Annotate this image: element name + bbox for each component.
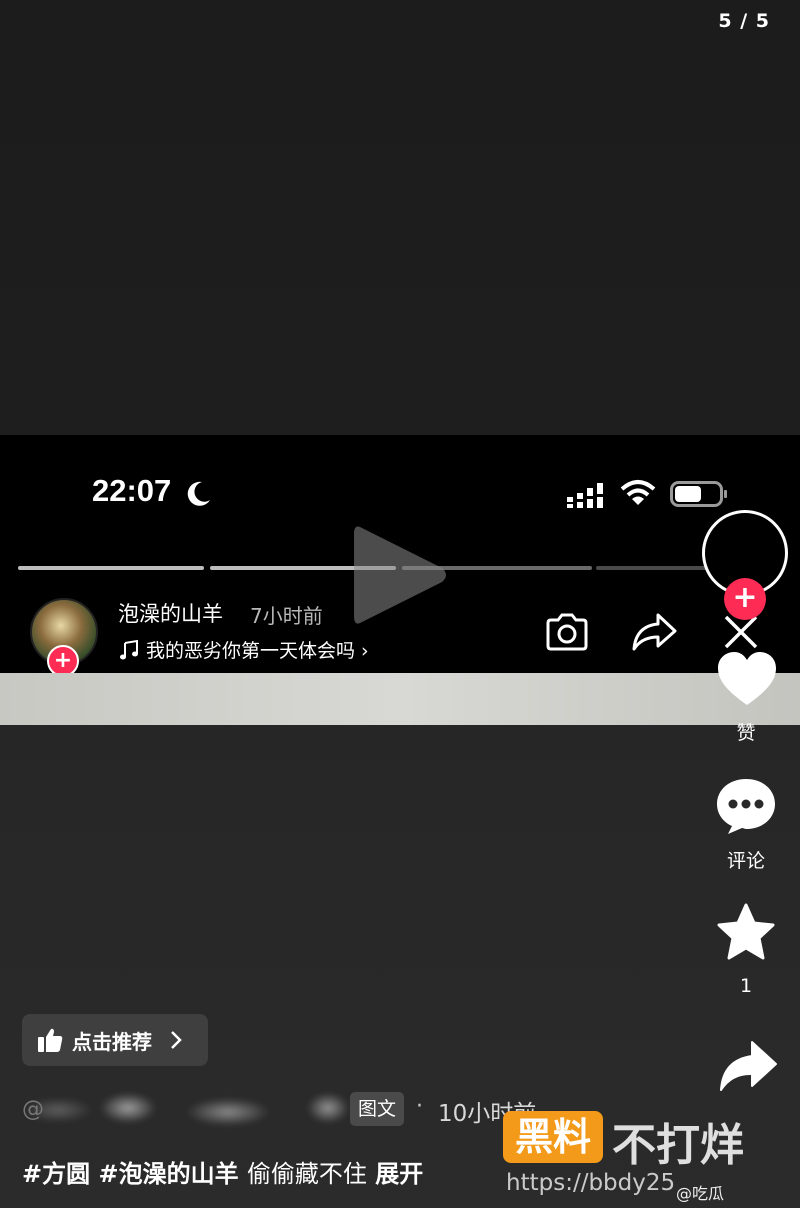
- favorite-count: 1: [739, 975, 753, 997]
- post-type-badge: 图文: [350, 1092, 405, 1126]
- music-note-icon: [120, 639, 138, 659]
- at-sign: @: [22, 1097, 44, 1122]
- music-line[interactable]: 我的恶劣你第一天体会吗 ›: [118, 636, 369, 663]
- like-label: 赞: [736, 722, 756, 744]
- comment-icon[interactable]: [714, 776, 778, 836]
- play-icon[interactable]: [350, 520, 450, 630]
- watermark-url: https://bbdy25: [506, 1170, 676, 1196]
- camera-icon[interactable]: [544, 611, 590, 653]
- caption: #方圆 #泡澡的山羊 偷偷藏不住 展开: [22, 1154, 423, 1189]
- blurred-username: [18, 1080, 358, 1136]
- page-indicator: 5 / 5: [718, 10, 770, 32]
- recommend-button[interactable]: 点击推荐: [22, 1014, 208, 1066]
- author-name[interactable]: 泡澡的山羊: [118, 598, 223, 628]
- comment-label: 评论: [726, 850, 765, 872]
- caption-tags[interactable]: #方圆 #泡澡的山羊: [22, 1160, 239, 1188]
- wifi-icon: [620, 480, 656, 505]
- watermark-text: 不打烊: [612, 1120, 744, 1171]
- watermark-logo-box: 黑料: [503, 1111, 603, 1163]
- image-strip: [0, 673, 800, 725]
- chevron-right-icon: [171, 1031, 182, 1049]
- expand-link[interactable]: 展开: [375, 1160, 423, 1188]
- share-icon[interactable]: [718, 1040, 778, 1092]
- moon-icon: [187, 481, 210, 506]
- follow-button[interactable]: +: [724, 578, 766, 620]
- share-icon[interactable]: [630, 611, 678, 653]
- progress-segment: [18, 566, 204, 570]
- star-icon[interactable]: [716, 903, 776, 961]
- status-time: 22:07: [92, 473, 172, 508]
- separator-dot: ·: [416, 1094, 423, 1119]
- thumbs-up-icon: [38, 1028, 63, 1052]
- embedded-screenshot: 22:07 + 泡澡的山羊 7小时前 我的恶劣你第一天体会吗 ›: [0, 435, 800, 725]
- recommend-label: 点击推荐: [72, 1029, 152, 1054]
- battery-icon: [670, 481, 727, 507]
- weibo-watermark: @吃瓜: [676, 1184, 725, 1203]
- signal-icon: [567, 483, 603, 508]
- heart-icon[interactable]: [716, 650, 778, 708]
- progress-segment: [596, 566, 708, 570]
- caption-text: 偷偷藏不住: [246, 1160, 367, 1188]
- post-time: 7小时前: [250, 604, 323, 628]
- music-title: 我的恶劣你第一天体会吗 ›: [146, 640, 369, 662]
